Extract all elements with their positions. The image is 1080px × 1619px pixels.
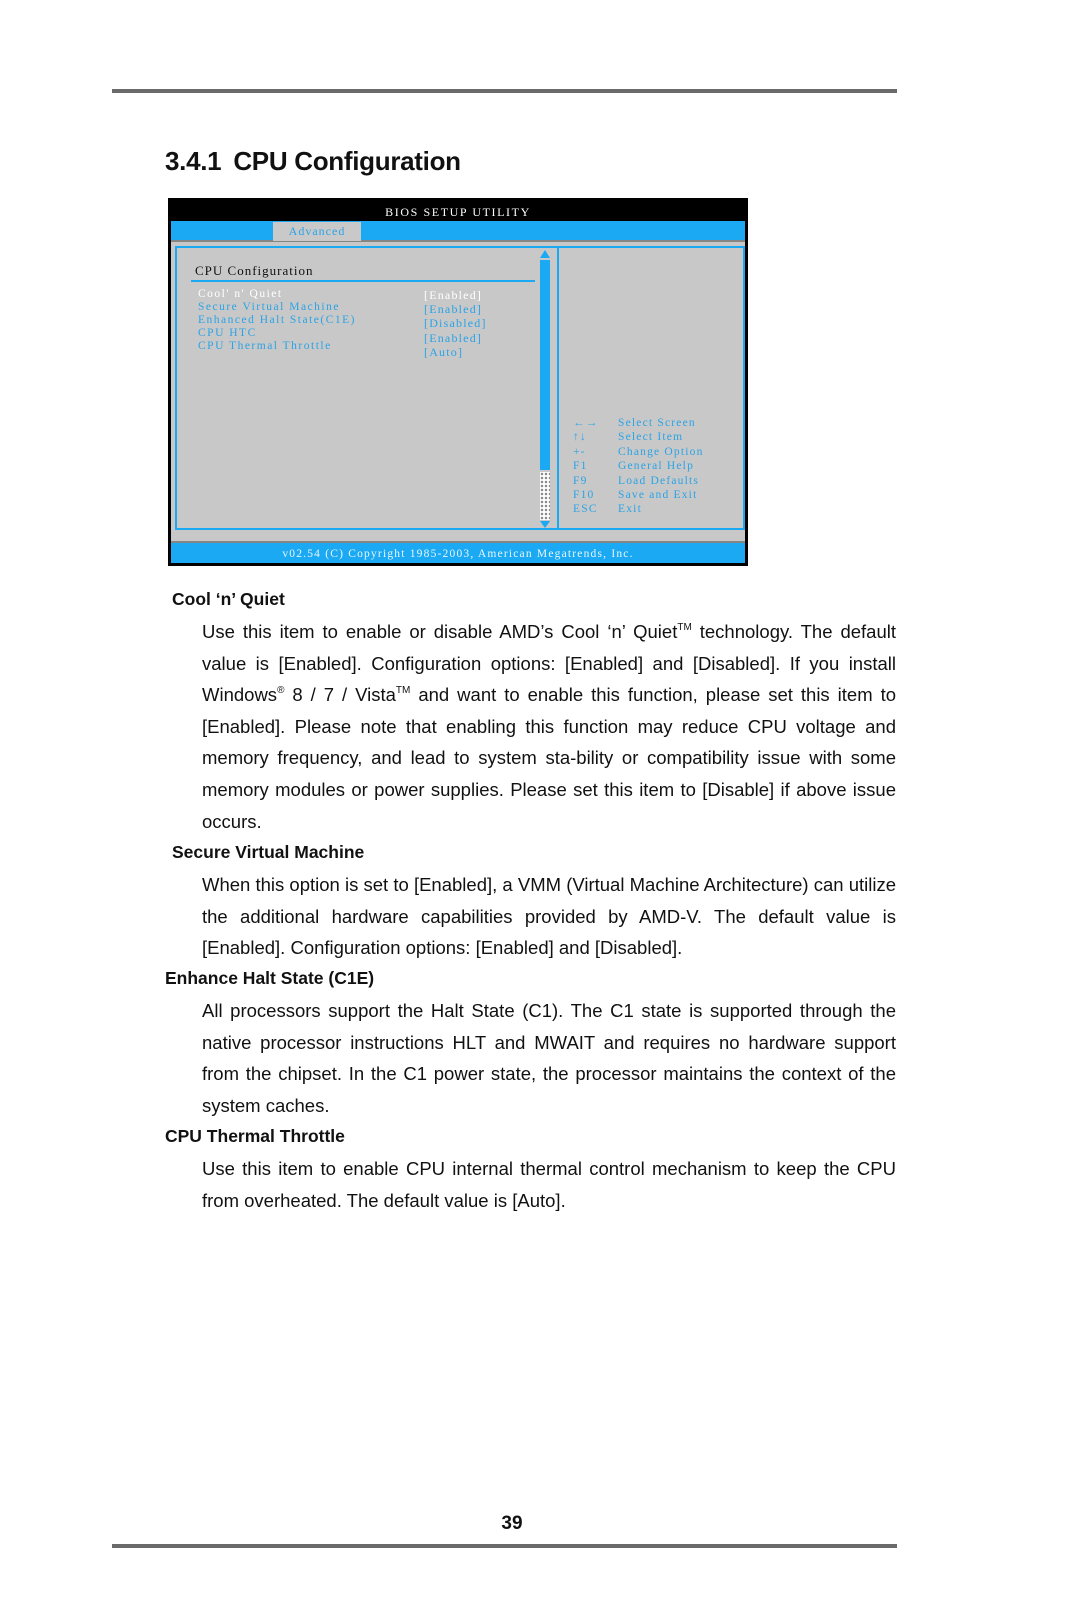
scroll-up-arrow-icon[interactable] — [540, 250, 550, 258]
para-cpu-thermal-throttle: Use this item to enable CPU internal the… — [202, 1153, 896, 1216]
bios-item-secure-virtual-machine[interactable]: Secure Virtual Machine — [198, 301, 356, 314]
help-key: F9 — [573, 474, 588, 487]
left-right-arrows-icon: ←→ — [573, 417, 599, 429]
bios-item-cool-n-quiet[interactable]: Cool' n' Quiet — [198, 288, 356, 301]
bios-tab-bar: Advanced — [171, 221, 745, 242]
bios-value-secure-virtual-machine[interactable]: [Enabled] — [424, 302, 487, 316]
heading-cpu-thermal-throttle: CPU Thermal Throttle — [165, 1126, 345, 1146]
help-key-list: ←→ Select Screen ↑↓ Select Item +- Change O… — [573, 416, 704, 517]
para-cool-n-quiet: Use this item to enable or disable AMD’s… — [202, 616, 896, 837]
bios-item-labels: Cool' n' Quiet Secure Virtual Machine En… — [198, 288, 356, 353]
tab-advanced[interactable]: Advanced — [273, 222, 361, 241]
para-enhance-halt-state: All processors support the Halt State (C… — [202, 995, 896, 1121]
help-action: Select Item — [618, 431, 684, 444]
help-action: Exit — [618, 503, 642, 516]
bios-body: CPU Configuration Cool' n' Quiet Secure … — [171, 242, 745, 542]
bios-screenshot: BIOS SETUP UTILITY Advanced CPU Configur… — [168, 198, 748, 566]
scroll-thumb[interactable] — [540, 260, 550, 470]
help-row: ←→ Select Screen — [573, 416, 704, 430]
para-text: All processors support the Halt State (C… — [202, 1000, 896, 1116]
scroll-track[interactable] — [540, 472, 550, 520]
help-action: Change Option — [618, 445, 704, 458]
para-text: When this option is set to [Enabled], a … — [202, 874, 896, 959]
help-key: ESC — [573, 503, 598, 516]
bios-value-cpu-htc[interactable]: [Enabled] — [424, 331, 487, 345]
section-divider — [191, 280, 535, 282]
help-key: F1 — [573, 460, 588, 473]
heading-enhance-halt-state: Enhance Halt State (C1E) — [165, 968, 375, 988]
page-title: 3.4.1 CPU Configuration — [165, 146, 461, 177]
help-pane-divider — [557, 248, 559, 528]
bios-value-cpu-thermal-throttle[interactable]: [Auto] — [424, 345, 487, 359]
help-row: F9 Load Defaults — [573, 474, 704, 488]
help-row: +- Change Option — [573, 445, 704, 459]
help-row: F10 Save and Exit — [573, 488, 704, 502]
heading-cool-n-quiet: Cool ‘n’ Quiet — [172, 589, 285, 609]
scroll-down-arrow-icon[interactable] — [540, 521, 550, 528]
bios-copyright-footer: v02.54 (C) Copyright 1985-2003, American… — [171, 541, 745, 563]
scrollbar[interactable] — [539, 250, 551, 528]
help-row: F1 General Help — [573, 459, 704, 473]
up-down-arrows-icon: ↑↓ — [573, 431, 587, 444]
heading-secure-virtual-machine: Secure Virtual Machine — [172, 842, 365, 862]
bios-item-enhanced-halt-state[interactable]: Enhanced Halt State(C1E) — [198, 314, 356, 327]
help-row: ↑↓ Select Item — [573, 430, 704, 444]
help-row: ESC Exit — [573, 502, 704, 516]
help-action: Select Screen — [618, 417, 696, 429]
help-key: +- — [573, 445, 586, 458]
section-number: 3.4.1 — [165, 146, 222, 176]
help-action: General Help — [618, 460, 695, 473]
help-action: Load Defaults — [618, 474, 700, 487]
bios-item-cpu-thermal-throttle[interactable]: CPU Thermal Throttle — [198, 340, 356, 353]
help-key: F10 — [573, 489, 595, 502]
section-title: CPU Configuration — [233, 146, 461, 176]
footer-rule — [112, 1544, 897, 1548]
help-action: Save and Exit — [618, 489, 698, 502]
bios-value-enhanced-halt-state[interactable]: [Disabled] — [424, 316, 487, 330]
para-text: Use this item to enable or disable AMD’s… — [202, 621, 896, 832]
para-text: Use this item to enable CPU internal the… — [202, 1158, 896, 1211]
bios-section-title: CPU Configuration — [195, 263, 314, 278]
header-rule — [112, 89, 897, 93]
page-number: 39 — [501, 1513, 523, 1534]
bios-item-cpu-htc[interactable]: CPU HTC — [198, 327, 356, 340]
bios-title: BIOS SETUP UTILITY — [385, 205, 531, 219]
bios-item-values: [Enabled] [Enabled] [Disabled] [Enabled]… — [424, 288, 487, 359]
para-secure-virtual-machine: When this option is set to [Enabled], a … — [202, 869, 896, 964]
bios-frame: CPU Configuration Cool' n' Quiet Secure … — [175, 246, 745, 530]
bios-value-cool-n-quiet[interactable]: [Enabled] — [424, 288, 487, 302]
